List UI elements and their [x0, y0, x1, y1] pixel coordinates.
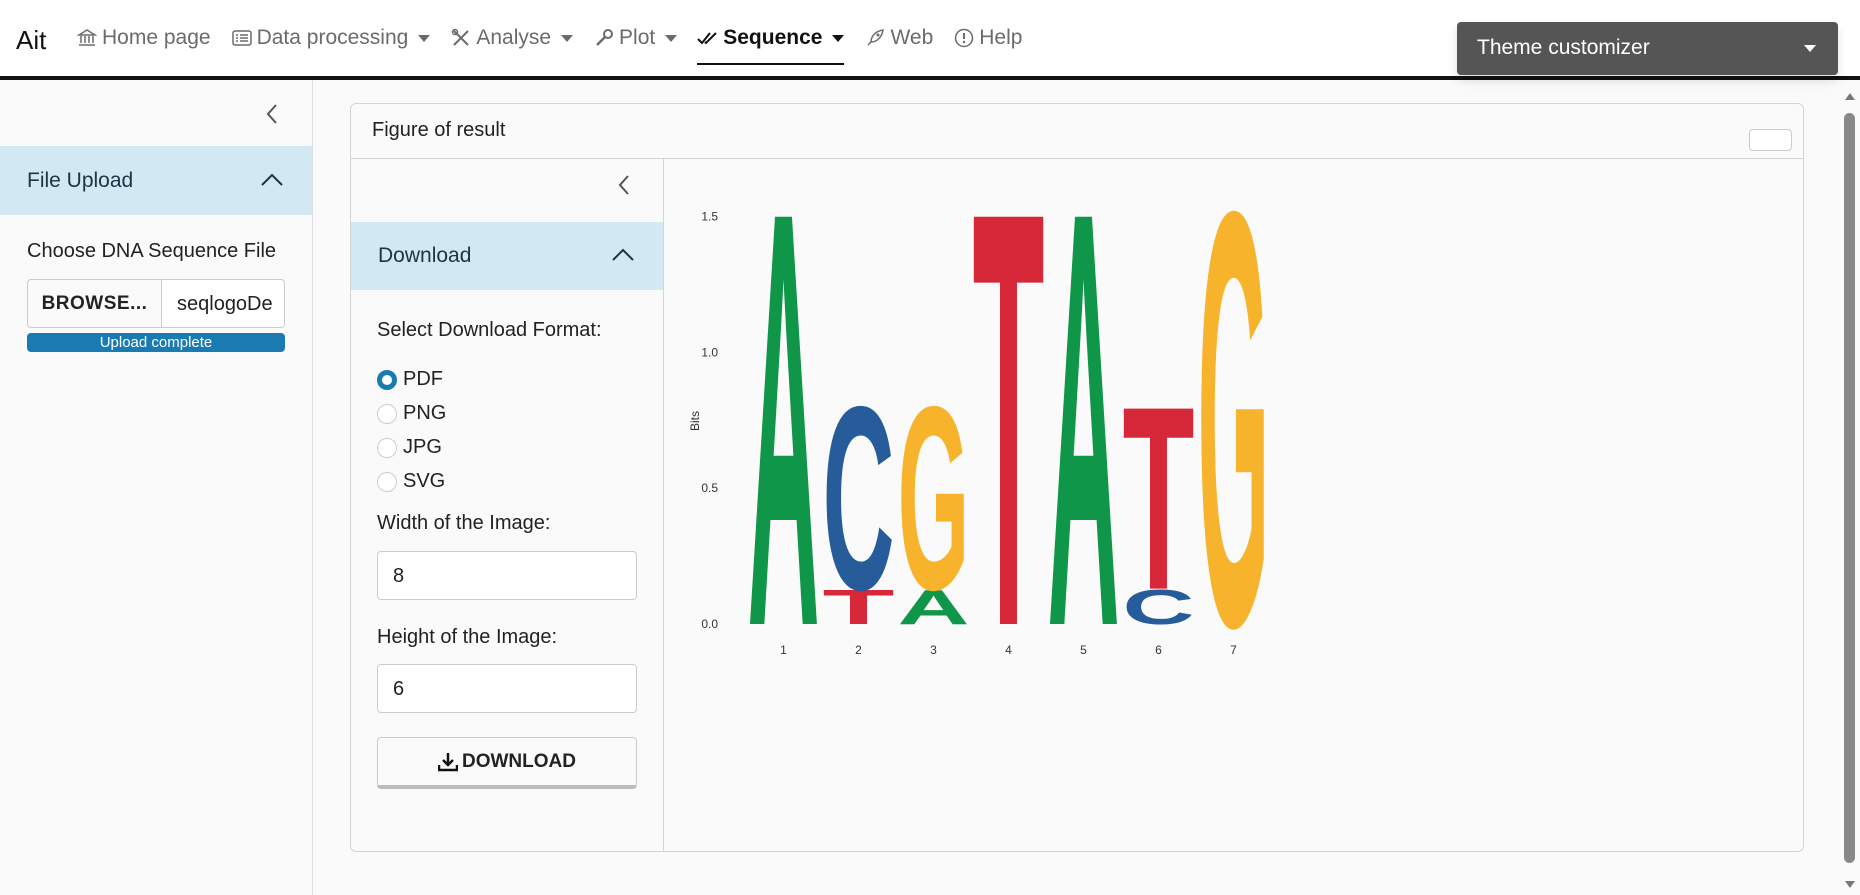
file-upload-accordion-header[interactable]: File Upload	[0, 146, 312, 215]
chevron-left-icon	[618, 175, 629, 195]
upload-progress-bar: Upload complete	[27, 333, 285, 352]
logo-letter-c: C	[823, 352, 895, 644]
rocket-icon	[864, 27, 886, 49]
nav-item-label: Web	[890, 26, 934, 49]
scroll-up-arrow-icon[interactable]	[1845, 93, 1855, 100]
logo-letter-g: G	[898, 351, 970, 644]
caret-down-icon	[665, 34, 678, 42]
chevron-up-icon	[612, 248, 634, 261]
top-navbar: Ait Home page Data processing Analyse Plot S…	[0, 0, 1860, 80]
nav-item-label: Help	[979, 26, 1023, 49]
radio-circle[interactable]	[377, 369, 397, 390]
x-tick-label: 3	[930, 643, 937, 657]
sequence-logo-svg: 0.00.51.01.5Bits1A 2TC3AG4T 5A 6CT7G	[688, 88, 1270, 750]
sidebar: File Upload Choose DNA Sequence File BRO…	[0, 80, 313, 895]
card-expand-button[interactable]	[1749, 129, 1792, 151]
nav-item-data-processing[interactable]: Data processing	[221, 0, 441, 76]
radio-circle[interactable]	[377, 437, 397, 458]
width-input[interactable]: 8	[377, 551, 637, 600]
radio-circle[interactable]	[377, 403, 397, 424]
height-input[interactable]: 6	[377, 664, 637, 713]
radio-label: SVG	[403, 470, 446, 492]
theme-customizer-label: Theme customizer	[1477, 36, 1650, 59]
format-label: Select Download Format:	[377, 319, 602, 341]
accordion-title: File Upload	[27, 168, 134, 192]
chevron-left-icon	[266, 104, 277, 124]
nav-item-sequence[interactable]: Sequence	[687, 0, 854, 76]
chevron-down-icon	[1804, 45, 1816, 52]
tools-icon	[450, 27, 472, 49]
logo-letter-a: A	[748, 88, 820, 750]
bank-icon	[76, 27, 98, 49]
radio-label: JPG	[403, 436, 442, 458]
nav-item-help[interactable]: Help	[943, 0, 1032, 76]
page-scrollbar[interactable]	[1841, 88, 1860, 895]
chevron-up-icon	[261, 173, 283, 186]
radio-circle[interactable]	[377, 471, 397, 492]
double-check-icon	[697, 27, 719, 49]
radio-label: PDF	[403, 368, 443, 390]
logo-letter-glyph: T	[973, 159, 1045, 750]
format-radio-pdf[interactable]: PDF	[377, 368, 443, 391]
nav-item-label: Plot	[619, 26, 656, 49]
radio-label: PNG	[403, 402, 447, 424]
wrench-icon	[593, 27, 615, 49]
caret-down-icon	[561, 34, 574, 42]
y-tick-label: 1.0	[701, 345, 718, 359]
y-tick-label: 0.0	[701, 617, 718, 631]
logo-letter-glyph: G	[1198, 159, 1270, 750]
logo-letter-glyph: C	[823, 352, 895, 644]
nav-item-home-page[interactable]: Home page	[66, 0, 221, 76]
accordion-title: Download	[378, 244, 472, 267]
logo-letter-glyph: T	[1123, 353, 1195, 646]
logo-letter-glyph: A	[748, 159, 820, 750]
browse-button[interactable]: BROWSE...	[27, 279, 162, 328]
format-radio-svg[interactable]: SVG	[377, 470, 445, 493]
result-card: Figure of result Download Select Downloa…	[350, 88, 1804, 852]
logo-letter-t: T	[973, 90, 1045, 750]
caret-down-icon	[832, 34, 845, 42]
file-name-field: seqlogoDe	[161, 279, 285, 328]
y-tick-label: 1.5	[701, 210, 718, 224]
y-axis-label: Bits	[688, 411, 702, 431]
sequence-logo-plot: 0.0 0.5 1.0 1.5 Bits 1 A 2 T C 3 A G 4 T 5 A 6 C T 7 G	[665, 88, 1803, 851]
exclamation-circle-icon	[953, 27, 975, 49]
nav-item-label: Sequence	[723, 26, 823, 49]
nav-item-label: Data processing	[256, 26, 409, 49]
download-accordion-header[interactable]: Download	[351, 222, 663, 290]
download-button[interactable]: DOWNLOAD	[377, 737, 637, 789]
download-icon	[438, 752, 458, 771]
y-tick-label: 0.5	[701, 481, 718, 495]
logo-letter-glyph: G	[898, 351, 970, 644]
collapse-sidebar-button[interactable]	[260, 102, 284, 126]
nav-item-label: Analyse	[476, 26, 552, 49]
x-tick-label: 2	[855, 643, 862, 657]
format-radio-png[interactable]: PNG	[377, 402, 446, 425]
brand-logo[interactable]: Ait	[16, 25, 46, 56]
scroll-down-arrow-icon[interactable]	[1845, 881, 1855, 888]
theme-customizer-dropdown[interactable]: Theme customizer	[1457, 22, 1838, 75]
nav-item-analyse[interactable]: Analyse	[440, 0, 583, 76]
logo-letter-t: T	[1123, 353, 1195, 646]
file-input-label: Choose DNA Sequence File	[27, 240, 277, 262]
logo-letter-g: G	[1198, 89, 1270, 750]
download-button-label: DOWNLOAD	[462, 750, 576, 772]
download-sidebar: Download Select Download Format: PDF PNG J…	[351, 159, 664, 851]
nav-item-plot[interactable]: Plot	[583, 0, 687, 76]
scrollbar-thumb[interactable]	[1844, 113, 1855, 863]
format-radio-jpg[interactable]: JPG	[377, 436, 442, 459]
list-card-icon	[231, 27, 253, 49]
caret-down-icon	[418, 34, 431, 42]
collapse-download-sidebar-button[interactable]	[612, 173, 636, 197]
nav-item-label: Home page	[102, 26, 211, 49]
card-title: Figure of result	[372, 119, 506, 141]
height-label: Height of the Image:	[377, 626, 558, 648]
card-header: Figure of result	[351, 104, 1803, 159]
logo-letter-a: A	[1048, 88, 1120, 750]
nav-item-web[interactable]: Web	[854, 0, 943, 76]
width-label: Width of the Image:	[377, 512, 551, 534]
main-nav: Home page Data processing Analyse Plot Seque…	[66, 0, 1032, 76]
logo-letter-glyph: A	[1048, 159, 1120, 750]
